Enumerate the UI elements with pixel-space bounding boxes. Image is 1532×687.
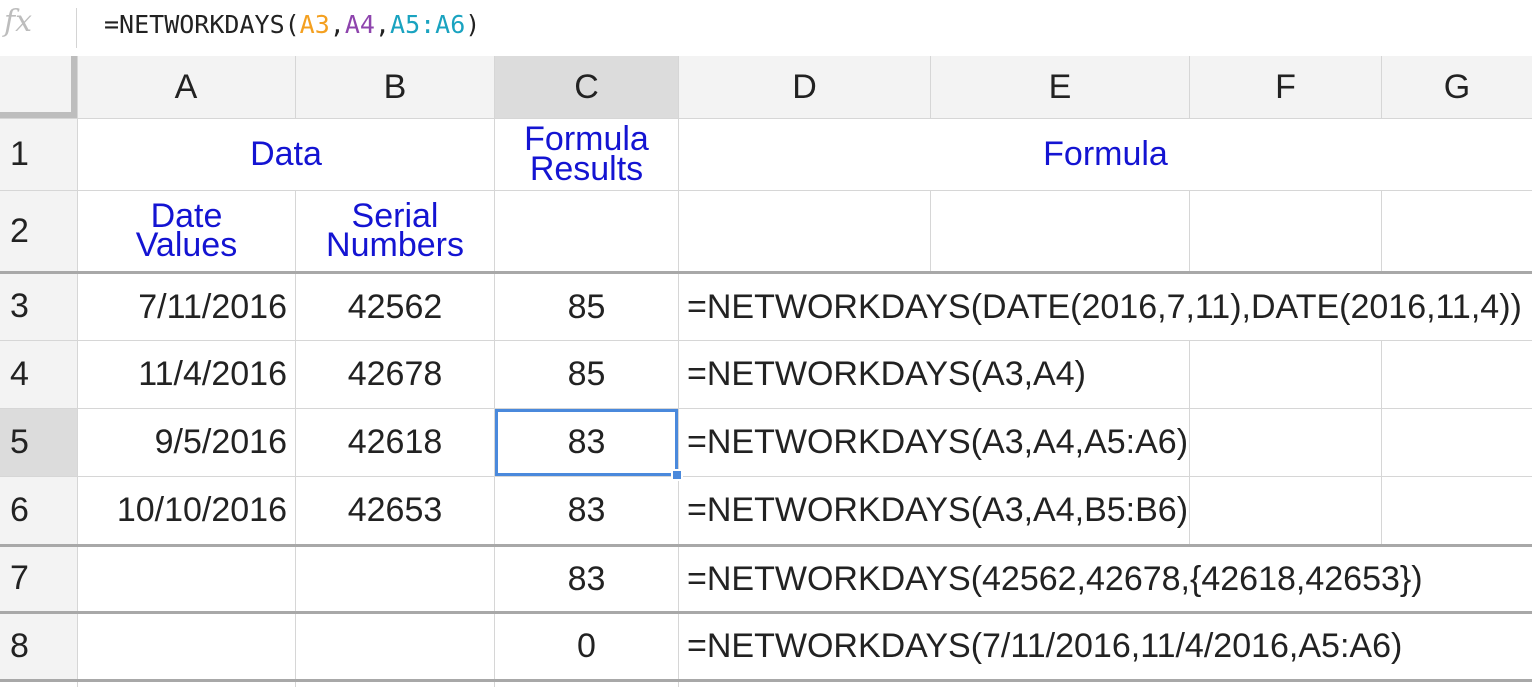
formula-comma: , bbox=[374, 10, 391, 39]
row-header-2[interactable]: 2 bbox=[0, 191, 77, 272]
header-formula-results-line2: Results bbox=[529, 149, 644, 188]
row-header-1[interactable]: 1 bbox=[0, 118, 77, 190]
grid-line bbox=[1189, 341, 1190, 545]
column-header-f[interactable]: F bbox=[1190, 56, 1381, 118]
cell-b4[interactable]: 42678 bbox=[296, 341, 494, 408]
formula-suffix: ) bbox=[465, 10, 481, 39]
formula-bar-divider bbox=[76, 8, 77, 48]
formula-bar[interactable]: fx =NETWORKDAYS(A3,A4,A5:A6) bbox=[0, 0, 1532, 57]
cell-b3[interactable]: 42562 bbox=[296, 274, 494, 340]
header-serial-numbers-line2: Numbers bbox=[326, 226, 464, 264]
header-date-values[interactable]: Date Values bbox=[78, 191, 295, 271]
cell-b7[interactable] bbox=[296, 547, 494, 611]
cell-a7[interactable] bbox=[78, 547, 295, 611]
column-header-b[interactable]: B bbox=[296, 56, 494, 118]
cell-d7[interactable]: =NETWORKDAYS(42562,42678,{42618,42653}) bbox=[679, 547, 1532, 611]
column-header-a[interactable]: A bbox=[77, 56, 295, 118]
formula-arg-a5-a6: A5:A6 bbox=[390, 10, 466, 39]
column-header-d[interactable]: D bbox=[679, 56, 930, 118]
grid-line bbox=[1189, 191, 1190, 273]
cell-b6[interactable]: 42653 bbox=[296, 477, 494, 544]
cell-d4[interactable]: =NETWORKDAYS(A3,A4) bbox=[679, 341, 1189, 408]
cell-c7[interactable]: 83 bbox=[495, 547, 678, 611]
row-header-6[interactable]: 6 bbox=[0, 477, 77, 544]
cell-b8[interactable] bbox=[296, 614, 494, 679]
cell-d8[interactable]: =NETWORKDAYS(7/11/2016,11/4/2016,A5:A6) bbox=[679, 614, 1532, 679]
cell-c6[interactable]: 83 bbox=[495, 477, 678, 544]
row-header-4[interactable]: 4 bbox=[0, 341, 77, 408]
fill-handle[interactable] bbox=[671, 469, 683, 481]
formula-prefix: =NETWORKDAYS( bbox=[104, 10, 300, 39]
grid-line bbox=[930, 56, 931, 118]
cell-d3[interactable]: =NETWORKDAYS(DATE(2016,7,11),DATE(2016,1… bbox=[679, 274, 1532, 340]
cell-a4[interactable]: 11/4/2016 bbox=[78, 341, 295, 408]
header-formula[interactable]: Formula bbox=[679, 119, 1532, 190]
grid-line bbox=[1381, 56, 1382, 118]
cell-a3[interactable]: 7/11/2016 bbox=[78, 274, 295, 340]
header-data[interactable]: Data bbox=[78, 119, 494, 190]
column-header-e[interactable]: E bbox=[931, 56, 1189, 118]
formula-arg-a3: A3 bbox=[299, 10, 330, 39]
cell-c4[interactable]: 85 bbox=[495, 341, 678, 408]
row-header-5[interactable]: 5 bbox=[0, 409, 77, 476]
fx-icon: fx bbox=[4, 4, 33, 39]
grid-line bbox=[1381, 191, 1382, 273]
cell-a6[interactable]: 10/10/2016 bbox=[78, 477, 295, 544]
cell-a8[interactable] bbox=[78, 614, 295, 679]
grid-line bbox=[295, 56, 296, 118]
column-header-c[interactable]: C bbox=[495, 56, 678, 118]
row-header-7[interactable]: 7 bbox=[0, 545, 77, 612]
header-serial-numbers[interactable]: Serial Numbers bbox=[296, 191, 494, 271]
column-header-g[interactable]: G bbox=[1382, 56, 1532, 118]
formula-input[interactable]: =NETWORKDAYS(A3,A4,A5:A6) bbox=[104, 10, 480, 39]
row-header-3[interactable]: 3 bbox=[0, 273, 77, 340]
cell-b5[interactable]: 42618 bbox=[296, 409, 494, 476]
cell-a5[interactable]: 9/5/2016 bbox=[78, 409, 295, 476]
grid-line bbox=[1381, 341, 1382, 545]
formula-comma: , bbox=[329, 10, 345, 39]
select-all-corner[interactable] bbox=[0, 56, 77, 118]
row-header-8[interactable]: 8 bbox=[0, 613, 77, 680]
cell-d5[interactable]: =NETWORKDAYS(A3,A4,A5:A6) bbox=[679, 409, 1189, 476]
header-formula-results[interactable]: Formula Results bbox=[495, 119, 678, 190]
cell-d6[interactable]: =NETWORKDAYS(A3,A4,B5:B6) bbox=[679, 477, 1189, 544]
cell-c8[interactable]: 0 bbox=[495, 614, 678, 679]
cell-c3[interactable]: 85 bbox=[495, 274, 678, 340]
header-date-values-line2: Values bbox=[135, 226, 238, 264]
formula-arg-a4: A4 bbox=[344, 10, 375, 39]
active-cell-selection bbox=[495, 409, 678, 476]
grid-line bbox=[930, 191, 931, 273]
grid-line bbox=[1189, 56, 1190, 118]
grid-line bbox=[0, 679, 1532, 682]
